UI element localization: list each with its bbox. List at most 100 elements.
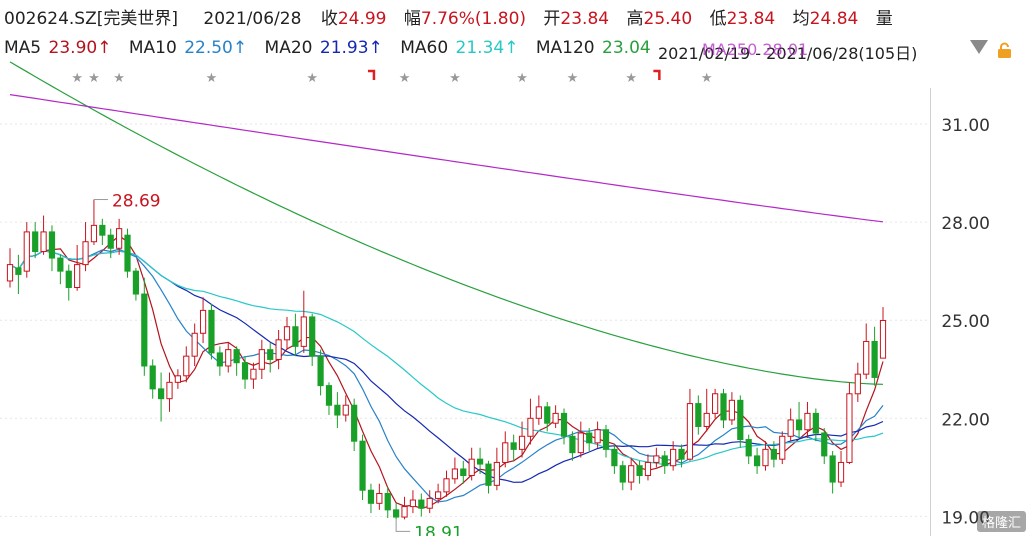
candle: [23, 222, 30, 278]
candle: [258, 339, 265, 380]
candle-body: [384, 493, 391, 511]
candle-body: [393, 509, 400, 518]
candle: [628, 457, 635, 491]
star-icon: ★: [71, 71, 83, 86]
candle: [300, 290, 307, 353]
candle-body: [502, 442, 509, 463]
candle-body: [32, 231, 39, 253]
candle: [267, 343, 274, 373]
candle-body: [460, 468, 467, 477]
candle-body: [787, 419, 794, 437]
candle-body: [199, 309, 207, 334]
candle-body: [518, 435, 526, 450]
candle: [493, 447, 500, 491]
candle: [871, 326, 878, 386]
candle: [157, 372, 165, 422]
candle: [359, 434, 366, 501]
candle-body: [854, 373, 861, 395]
candle: [149, 359, 156, 399]
candle-body: [149, 365, 156, 390]
candle-body: [678, 448, 685, 460]
candle-body: [57, 257, 64, 272]
candle-body: [317, 355, 324, 387]
candle-body: [191, 332, 198, 357]
candle-body: [267, 349, 274, 360]
candle-body: [283, 326, 291, 341]
candle-body: [795, 419, 803, 431]
candle-body: [6, 264, 14, 282]
candle: [199, 297, 207, 344]
candle-body: [275, 339, 282, 360]
candle-body: [829, 455, 836, 483]
candle: [837, 451, 845, 487]
ma-line-ma120: [9, 61, 884, 385]
candle-body: [879, 320, 887, 359]
candle-body: [636, 465, 643, 477]
candle-body: [359, 440, 366, 491]
candle: [653, 447, 660, 468]
candle-body: [485, 463, 492, 486]
candle-body: [544, 406, 551, 424]
candle-body: [837, 461, 845, 483]
candle: [334, 392, 341, 429]
candle: [65, 264, 72, 301]
candle: [124, 228, 131, 278]
star-icon: ★: [88, 71, 100, 86]
candle: [426, 490, 433, 514]
candle: [443, 470, 450, 497]
candle-body: [132, 270, 140, 295]
candle: [183, 346, 190, 383]
y-tick-label: 22.00: [941, 410, 990, 430]
candle-body: [116, 228, 123, 249]
candle: [351, 398, 358, 451]
candle-body: [628, 465, 635, 483]
star-icon: ★: [449, 71, 461, 86]
candle-body: [476, 458, 484, 465]
candle: [879, 307, 887, 359]
candle: [166, 372, 173, 412]
candle-body: [401, 506, 408, 518]
candle-body: [15, 267, 22, 275]
candle-body: [871, 340, 878, 378]
ma-line-ma20: [9, 250, 884, 483]
flag-icon: [653, 69, 661, 80]
candle: [283, 316, 291, 350]
candle-body: [712, 393, 719, 414]
candle: [703, 388, 710, 432]
candle-body: [468, 458, 475, 477]
candle-body: [292, 326, 299, 347]
candle-body: [779, 435, 786, 460]
candle-body: [728, 399, 736, 421]
candle-body: [367, 489, 375, 504]
candle-body: [124, 234, 131, 272]
candle: [560, 408, 568, 445]
candle-body: [686, 403, 694, 460]
star-icon: ★: [701, 71, 713, 86]
candle: [208, 303, 215, 360]
candle-body: [644, 461, 652, 477]
candle: [15, 254, 22, 295]
candle-body: [325, 385, 333, 406]
candle-body: [804, 412, 811, 431]
candle-body: [812, 412, 819, 434]
candle-body: [309, 316, 316, 357]
ma-line-ma10: [9, 248, 884, 503]
kline-chart[interactable]: ★ ★ ★ ★ ★ ★ ★ ★ ★ ★ ★ 31.0028.0025.0022.0019.00 28…: [0, 0, 1032, 536]
candle-body: [569, 435, 576, 454]
candle-body: [141, 293, 148, 367]
candle: [82, 222, 89, 272]
candle-body: [90, 224, 98, 243]
candle-body: [300, 316, 307, 347]
candle-body: [216, 352, 223, 367]
y-tick-label: 28.00: [941, 214, 990, 234]
candle-body: [619, 465, 626, 483]
candle: [795, 401, 803, 438]
candle-body: [863, 340, 870, 375]
candle: [821, 428, 828, 465]
candle: [619, 460, 626, 491]
candle-body: [762, 448, 769, 467]
candle: [451, 457, 458, 484]
y-tick-label: 31.00: [941, 116, 990, 136]
candle: [6, 248, 14, 288]
candle: [418, 493, 425, 517]
